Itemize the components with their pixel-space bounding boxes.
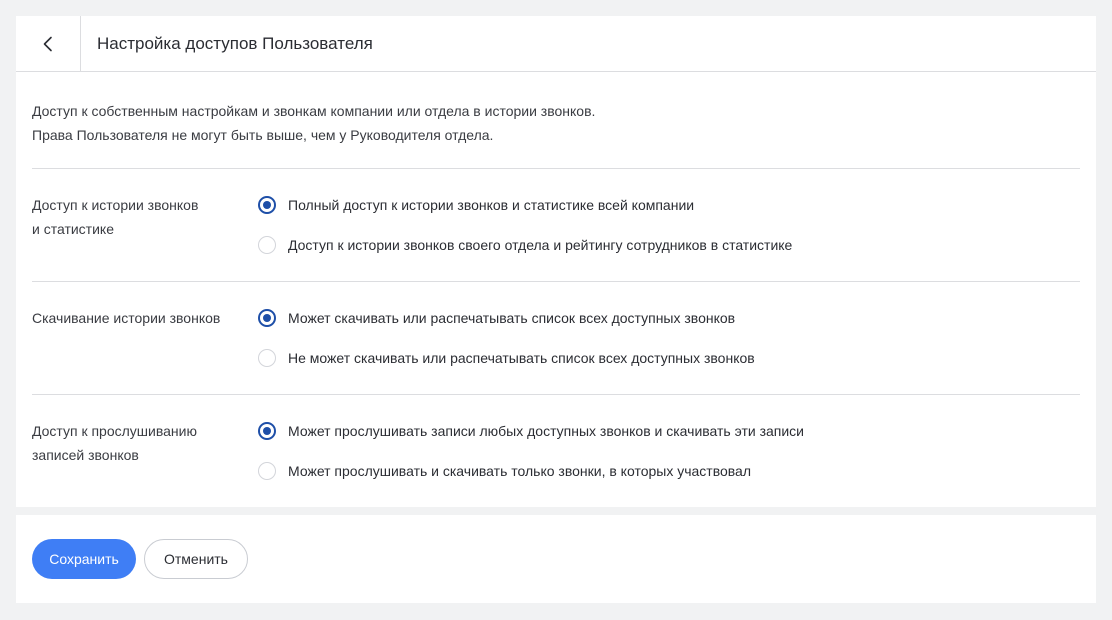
radio-option[interactable]: Может прослушивать записи любых доступны… — [258, 421, 804, 441]
section-label-line: и статистике — [32, 217, 242, 241]
save-button[interactable]: Сохранить — [32, 539, 136, 579]
divider — [32, 168, 1080, 169]
section-label-line: Доступ к прослушиванию — [32, 419, 242, 443]
section-label-line: Скачивание истории звонков — [32, 306, 242, 330]
chevron-left-icon — [40, 36, 56, 52]
settings-panel: Настройка доступов Пользователя Доступ к… — [16, 16, 1096, 507]
divider — [32, 394, 1080, 395]
intro-line-2: Права Пользователя не могут быть выше, ч… — [32, 123, 1080, 147]
radio-option-label: Не может скачивать или распечатывать спи… — [288, 348, 755, 368]
section-label-line: записей звонков — [32, 443, 242, 467]
radio-option[interactable]: Не может скачивать или распечатывать спи… — [258, 348, 755, 368]
radio-option-label: Может скачивать или распечатывать список… — [288, 308, 735, 328]
radio-button-checked[interactable] — [258, 196, 276, 214]
page-title: Настройка доступов Пользователя — [81, 16, 373, 71]
radio-button[interactable] — [258, 462, 276, 480]
radio-button-checked[interactable] — [258, 309, 276, 327]
section-label-line: Доступ к истории звонков — [32, 193, 242, 217]
section-label: Доступ к прослушиванию записей звонков — [32, 419, 242, 467]
radio-option[interactable]: Может скачивать или распечатывать список… — [258, 308, 735, 328]
page-header: Настройка доступов Пользователя — [16, 16, 1096, 72]
radio-option-label: Доступ к истории звонков своего отдела и… — [288, 235, 792, 255]
section-label: Скачивание истории звонков — [32, 306, 242, 330]
radio-button-checked[interactable] — [258, 422, 276, 440]
radio-option-label: Полный доступ к истории звонков и статис… — [288, 195, 694, 215]
intro-line-1: Доступ к собственным настройкам и звонка… — [32, 99, 1080, 123]
radio-option-label: Может прослушивать записи любых доступны… — [288, 421, 804, 441]
radio-button[interactable] — [258, 349, 276, 367]
radio-option[interactable]: Доступ к истории звонков своего отдела и… — [258, 235, 792, 255]
footer-actions: Сохранить Отменить — [16, 515, 1096, 603]
cancel-button[interactable]: Отменить — [144, 539, 248, 579]
section-label: Доступ к истории звонков и статистике — [32, 193, 242, 241]
radio-button[interactable] — [258, 236, 276, 254]
radio-option[interactable]: Полный доступ к истории звонков и статис… — [258, 195, 694, 215]
radio-option[interactable]: Может прослушивать и скачивать только зв… — [258, 461, 751, 481]
back-button[interactable] — [16, 16, 81, 71]
radio-option-label: Может прослушивать и скачивать только зв… — [288, 461, 751, 481]
divider — [32, 281, 1080, 282]
